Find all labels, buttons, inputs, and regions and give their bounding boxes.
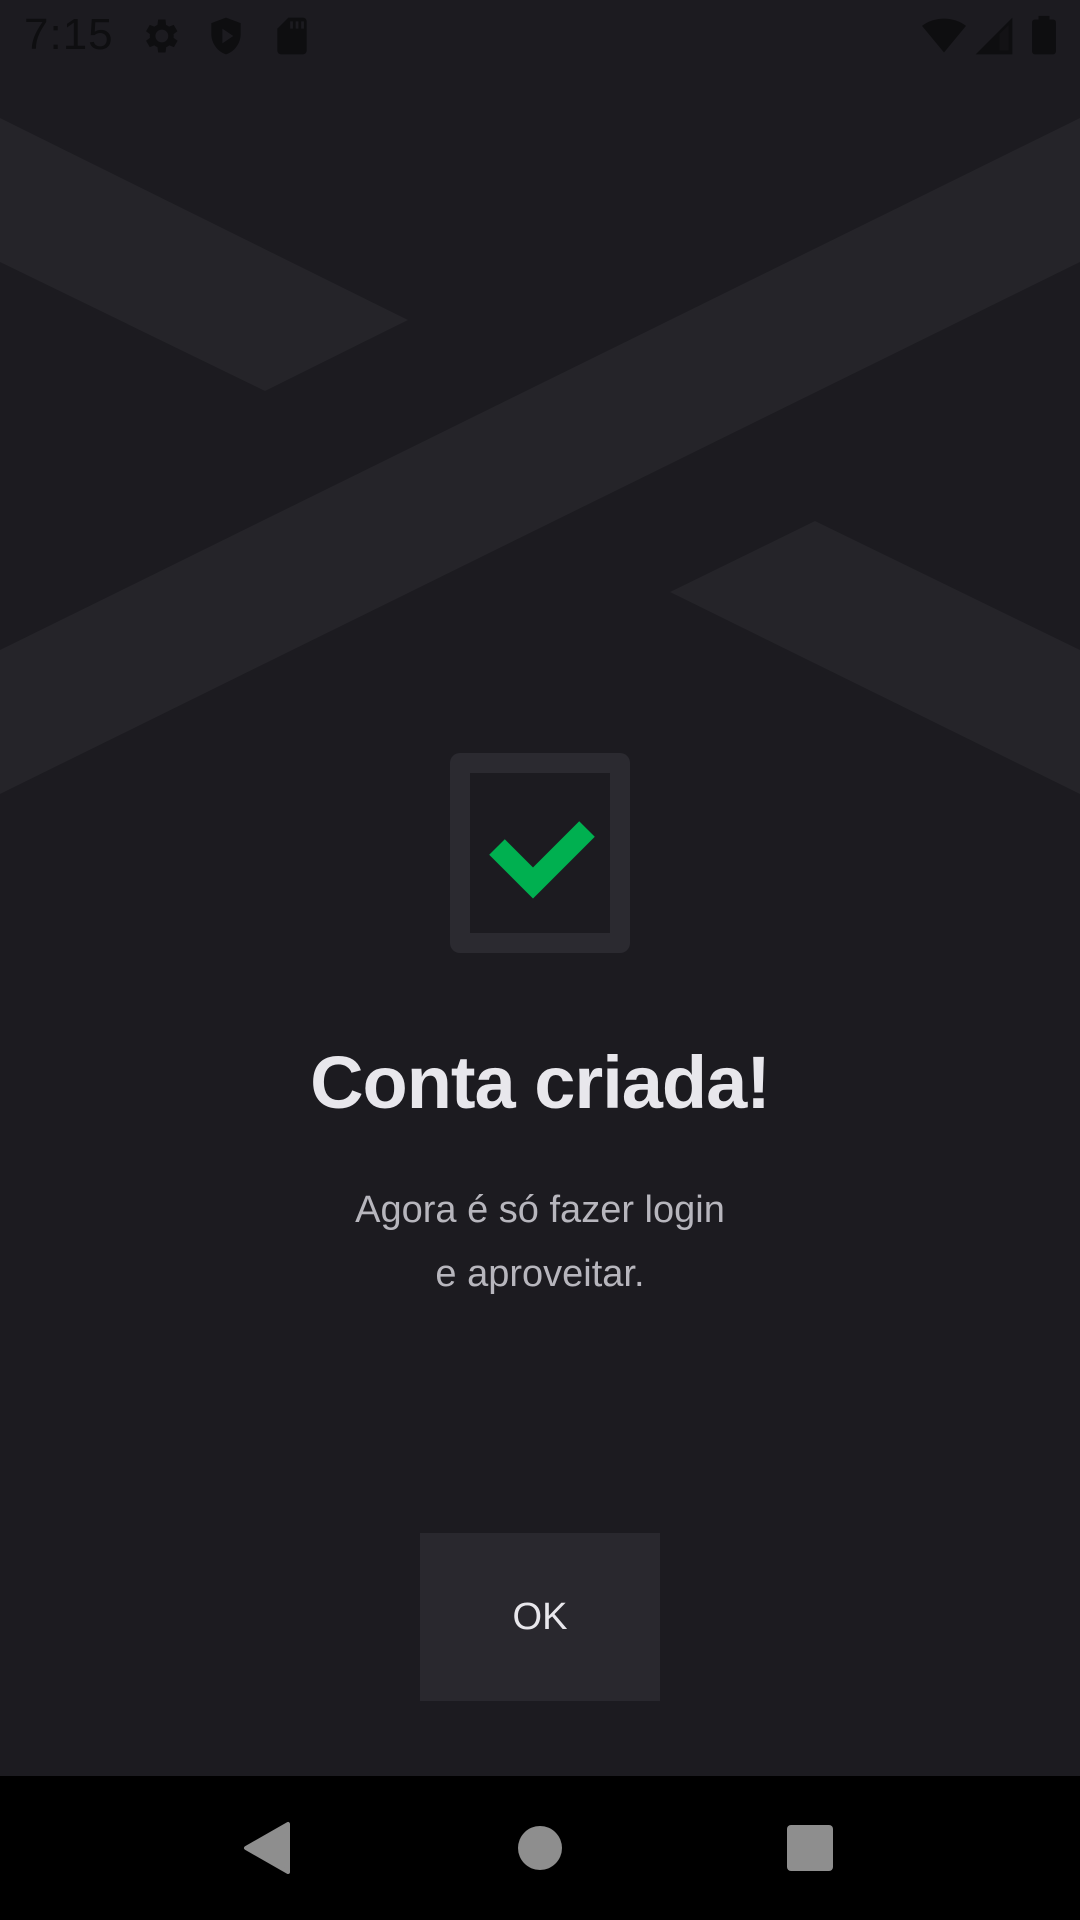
subtitle-line-1: Agora é só fazer login	[355, 1189, 725, 1231]
sd-card-icon	[270, 14, 314, 58]
wifi-icon	[922, 14, 966, 58]
subtitle-line-2: e aproveitar.	[435, 1253, 645, 1295]
account-created-screen: 7:15 Conta criada! Agora é só fazer logi…	[0, 0, 1080, 1920]
checkbox-check-icon	[450, 753, 630, 953]
page-title: Conta criada!	[310, 1041, 771, 1124]
ok-button[interactable]: OK	[420, 1533, 660, 1701]
battery-icon	[1022, 14, 1066, 58]
gear-icon	[138, 14, 182, 58]
shield-play-icon	[204, 14, 248, 58]
status-time: 7:15	[24, 10, 114, 59]
home-icon[interactable]	[500, 1808, 580, 1888]
status-bar: 7:15	[0, 0, 1080, 72]
navigation-bar	[0, 1776, 1080, 1920]
page-subtitle: Agora é só fazer login e aproveitar.	[240, 1178, 840, 1306]
back-icon[interactable]	[228, 1808, 308, 1888]
cellular-signal-icon	[972, 14, 1016, 58]
recents-icon[interactable]	[770, 1808, 850, 1888]
